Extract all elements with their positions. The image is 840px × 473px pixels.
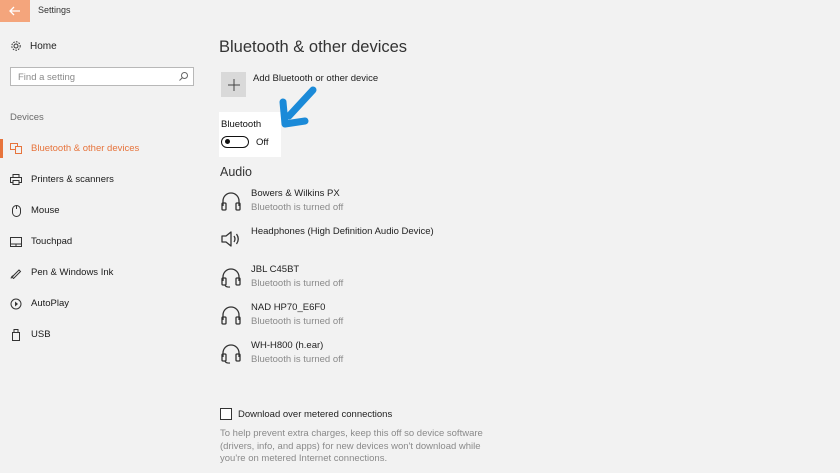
device-item[interactable]: JBL C45BT Bluetooth is turned off bbox=[220, 264, 343, 289]
usb-icon bbox=[12, 328, 20, 341]
add-device-label: Add Bluetooth or other device bbox=[253, 73, 379, 84]
device-status: Bluetooth is turned off bbox=[251, 316, 344, 327]
title-bar: Settings bbox=[0, 0, 840, 22]
main-content: Bluetooth & other devices Add Bluetooth … bbox=[219, 22, 819, 473]
device-status: Bluetooth is turned off bbox=[251, 354, 344, 365]
device-status: Bluetooth is turned off bbox=[251, 202, 344, 213]
page-title: Bluetooth & other devices bbox=[219, 38, 408, 56]
sidebar-item-label: AutoPlay bbox=[31, 298, 70, 309]
touchpad-icon bbox=[10, 236, 22, 247]
window-title: Settings bbox=[38, 5, 71, 15]
sidebar-item-label: Mouse bbox=[31, 205, 60, 216]
device-name: WH-H800 (h.ear) bbox=[251, 340, 324, 351]
home-label: Home bbox=[30, 40, 57, 52]
annotation-arrow-icon bbox=[279, 86, 317, 128]
sidebar: Home Find a setting Devices Bluetooth & … bbox=[0, 22, 205, 473]
sidebar-nav: Bluetooth & other devices Printers & sca… bbox=[0, 133, 205, 350]
audio-heading: Audio bbox=[220, 165, 252, 179]
metered-checkbox[interactable] bbox=[220, 408, 232, 420]
search-icon[interactable] bbox=[178, 71, 189, 82]
device-item[interactable]: Bowers & Wilkins PX Bluetooth is turned … bbox=[220, 188, 343, 213]
toggle-knob bbox=[225, 139, 230, 144]
sidebar-item-label: Printers & scanners bbox=[31, 174, 114, 185]
device-item[interactable]: Headphones (High Definition Audio Device… bbox=[220, 226, 434, 250]
home-nav-item[interactable]: Home bbox=[10, 40, 57, 52]
sidebar-item-bluetooth[interactable]: Bluetooth & other devices bbox=[0, 133, 205, 164]
mouse-icon bbox=[11, 204, 21, 217]
autoplay-icon bbox=[10, 298, 22, 309]
metered-download-option[interactable]: Download over metered connections bbox=[220, 408, 392, 420]
metered-description: To help prevent extra charges, keep this… bbox=[220, 428, 483, 464]
devices-section-label: Devices bbox=[10, 112, 44, 123]
search-placeholder: Find a setting bbox=[18, 72, 76, 83]
sidebar-item-pen[interactable]: Pen & Windows Ink bbox=[0, 257, 205, 288]
device-item[interactable]: WH-H800 (h.ear) Bluetooth is turned off bbox=[220, 340, 343, 365]
add-box bbox=[221, 72, 246, 97]
sidebar-item-mouse[interactable]: Mouse bbox=[0, 195, 205, 226]
sidebar-item-printers[interactable]: Printers & scanners bbox=[0, 164, 205, 195]
printer-icon bbox=[10, 174, 22, 185]
sidebar-item-label: Touchpad bbox=[31, 236, 73, 247]
bluetooth-toggle-panel: Bluetooth Off bbox=[219, 112, 281, 157]
sidebar-item-label: Bluetooth & other devices bbox=[31, 143, 140, 154]
pen-icon bbox=[10, 268, 22, 279]
sidebar-item-touchpad[interactable]: Touchpad bbox=[0, 226, 205, 257]
plus-icon bbox=[227, 78, 240, 91]
device-name: Headphones (High Definition Audio Device… bbox=[251, 226, 434, 237]
headset-icon bbox=[221, 344, 241, 364]
sidebar-item-label: USB bbox=[31, 329, 51, 340]
headphones-icon bbox=[221, 306, 241, 325]
sidebar-item-usb[interactable]: USB bbox=[0, 319, 205, 350]
back-arrow-icon bbox=[9, 6, 20, 16]
bluetooth-label: Bluetooth bbox=[221, 119, 262, 130]
headset-icon bbox=[221, 268, 241, 288]
sidebar-item-label: Pen & Windows Ink bbox=[31, 267, 114, 278]
headphones-icon bbox=[221, 192, 241, 211]
speaker-icon bbox=[221, 231, 239, 247]
bluetooth-toggle[interactable] bbox=[221, 136, 249, 148]
sidebar-item-autoplay[interactable]: AutoPlay bbox=[0, 288, 205, 319]
device-name: NAD HP70_E6F0 bbox=[251, 302, 326, 313]
metered-label: Download over metered connections bbox=[238, 408, 393, 420]
device-name: Bowers & Wilkins PX bbox=[251, 188, 340, 199]
device-name: JBL C45BT bbox=[251, 264, 300, 275]
bluetooth-state: Off bbox=[256, 137, 269, 148]
gear-icon bbox=[11, 41, 21, 51]
device-status: Bluetooth is turned off bbox=[251, 278, 344, 289]
search-input[interactable]: Find a setting bbox=[10, 67, 194, 86]
device-item[interactable]: NAD HP70_E6F0 Bluetooth is turned off bbox=[220, 302, 343, 327]
back-button[interactable] bbox=[0, 0, 30, 22]
bluetooth-devices-icon bbox=[10, 143, 22, 154]
